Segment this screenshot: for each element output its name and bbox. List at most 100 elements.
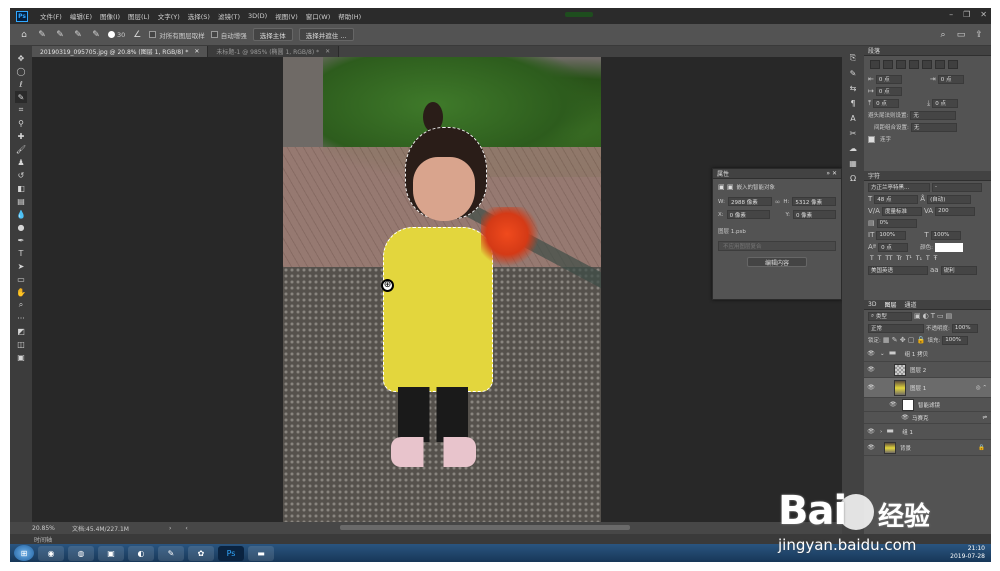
blend-mode-select[interactable]: 正常 [868, 323, 924, 333]
hand-icon[interactable]: ✋ [15, 286, 27, 298]
justify-center-icon[interactable] [922, 60, 932, 69]
hyphenate-row[interactable]: 连字 [864, 133, 991, 145]
visibility-eye-icon[interactable]: 👁 [866, 428, 876, 435]
tab-document-2[interactable]: 未标题-1 @ 985% (椭圆 1, RGB/8) * ✕ [208, 46, 340, 57]
search-icon[interactable]: ⌕ [937, 29, 949, 41]
visibility-eye-icon[interactable]: 👁 [888, 401, 898, 408]
more-tools-icon[interactable]: ··· [15, 312, 27, 324]
layer-filter-select[interactable]: ⌕ 类型 [868, 311, 912, 321]
eraser-icon[interactable]: ◧ [15, 182, 27, 194]
menu-3d[interactable]: 3D(D) [244, 12, 271, 20]
menu-edit[interactable]: 编辑(E) [66, 11, 96, 21]
type-icon[interactable]: T [15, 247, 27, 259]
tray-time[interactable]: 21:10 [968, 545, 985, 553]
hscale-field[interactable]: 100% [930, 230, 961, 240]
vscale-field[interactable]: 100% [876, 230, 907, 240]
brush-settings-icon[interactable]: ✎ [847, 67, 859, 79]
menu-help[interactable]: 帮助(H) [334, 11, 365, 21]
width-field[interactable]: 2988 像素 [727, 197, 772, 206]
indent-right-field[interactable]: 0 点 [937, 74, 964, 84]
menu-select[interactable]: 选择(S) [184, 11, 214, 21]
history-brush-icon[interactable]: ↺ [15, 169, 27, 181]
paragraph-styles-icon[interactable]: ¶ [847, 97, 859, 109]
taskbar-photoshop-icon[interactable]: Ps [218, 545, 244, 561]
shape-icon[interactable]: ▭ [15, 273, 27, 285]
character-styles-icon[interactable]: A [847, 112, 859, 124]
space-after-field[interactable]: 0 点 [932, 98, 959, 108]
spacing-select[interactable]: 无 [910, 122, 957, 132]
minimize-icon[interactable]: – [949, 10, 953, 19]
height-field[interactable]: 5312 像素 [792, 197, 836, 206]
tools-icon[interactable]: ✂ [847, 127, 859, 139]
taskbar-chrome-icon[interactable]: ◍ [68, 545, 94, 561]
x-field[interactable]: 0 像素 [726, 210, 770, 219]
visibility-eye-icon[interactable]: 👁 [866, 444, 876, 451]
layer-row-background[interactable]: 👁 背景 🔒 [864, 440, 991, 456]
color-swatches-icon[interactable]: ◩ [15, 325, 27, 337]
font-size-field[interactable]: 48 点 [874, 194, 919, 204]
align-center-icon[interactable] [883, 60, 893, 69]
visibility-eye-icon[interactable]: 👁 [900, 414, 910, 421]
all-caps-button[interactable]: TT [885, 255, 892, 262]
subscript-button[interactable]: T₁ [916, 255, 922, 262]
zoom-icon[interactable]: ⌕ [15, 299, 27, 311]
quick-mask-icon[interactable]: ◫ [15, 338, 27, 350]
kerning-field[interactable]: 度量标准 [881, 206, 922, 216]
scroll-left-icon[interactable]: ‹ [185, 525, 187, 532]
small-caps-button[interactable]: Tr [897, 255, 902, 262]
font-family-select[interactable]: 方正兰亭特黑... [868, 182, 930, 192]
close-icon[interactable]: ✕ [325, 48, 330, 55]
brush-size-picker[interactable]: 30 [108, 31, 125, 39]
gradient-icon[interactable]: ▤ [15, 195, 27, 207]
share-icon[interactable]: ⇪ [973, 29, 985, 41]
taskbar-firefox-icon[interactable]: ◐ [128, 545, 154, 561]
justify-left-icon[interactable] [909, 60, 919, 69]
zoom-level[interactable]: 20.85% [10, 525, 55, 532]
baseline-field[interactable]: 0 点 [878, 242, 909, 252]
tsume-field[interactable]: 0% [876, 218, 917, 228]
hyphenate-checkbox[interactable] [868, 135, 875, 143]
tab-3d[interactable]: 3D [868, 301, 876, 308]
quick-select-tool-icon[interactable]: ✎ [36, 29, 48, 41]
layer-row-group-copy[interactable]: 👁 ⌄ ▬ 组 1 拷贝 [864, 346, 991, 362]
workspace-icon[interactable]: ▭ [955, 29, 967, 41]
text-color-swatch[interactable] [934, 242, 963, 252]
align-left-icon[interactable] [870, 60, 880, 69]
stamp-icon[interactable]: ♟ [15, 156, 27, 168]
layer-row-group1[interactable]: 👁 › ▬ 组 1 [864, 424, 991, 440]
document-canvas[interactable]: ⊕ [283, 57, 601, 522]
menu-layer[interactable]: 图层(L) [124, 11, 154, 21]
status-arrow-icon[interactable]: › [169, 525, 171, 532]
sample-all-layers-checkbox[interactable]: 对所有图层取样 [149, 30, 205, 40]
link-icon[interactable]: ∞ [775, 198, 781, 206]
start-button[interactable]: ⊞ [14, 545, 34, 561]
close-icon[interactable]: ✕ [194, 48, 199, 55]
filter-options-icon[interactable]: ⇌ [982, 415, 987, 421]
font-style-select[interactable]: - [932, 182, 982, 192]
subtract-selection-icon[interactable]: ✎ [90, 29, 102, 41]
leading-field[interactable]: (自动) [927, 194, 972, 204]
healing-brush-icon[interactable]: ✚ [15, 130, 27, 142]
libraries-icon[interactable]: ☁ [847, 142, 859, 154]
visibility-eye-icon[interactable]: 👁 [866, 366, 876, 373]
layer-row-layer2[interactable]: 👁 图层 2 [864, 362, 991, 378]
filter-pixel-icon[interactable]: ▣ [914, 312, 921, 320]
visibility-eye-icon[interactable]: 👁 [866, 350, 876, 357]
filter-shape-icon[interactable]: ▭ [937, 312, 944, 320]
expand-chevron-icon[interactable]: › [880, 429, 882, 435]
layer-row-smart-filters[interactable]: 👁 智能滤镜 [864, 398, 991, 412]
brush-angle-icon[interactable]: ∠ [131, 29, 143, 41]
faux-italic-button[interactable]: T [878, 255, 882, 262]
add-selection-icon[interactable]: ✎ [72, 29, 84, 41]
pen-icon[interactable]: ✒ [15, 234, 27, 246]
y-field[interactable]: 0 像素 [792, 210, 836, 219]
select-and-mask-button[interactable]: 选择并遮住 ... [298, 28, 354, 41]
faux-bold-button[interactable]: T [870, 255, 874, 262]
antialias-select[interactable]: 锐利 [940, 265, 977, 275]
glyphs-icon[interactable]: Ω [847, 172, 859, 184]
superscript-button[interactable]: T¹ [906, 255, 912, 262]
expand-chevron-icon[interactable]: ⌄ [880, 351, 885, 357]
menu-window[interactable]: 窗口(W) [302, 11, 335, 21]
auto-enhance-checkbox[interactable]: 自动增强 [210, 30, 247, 40]
filter-type-icon[interactable]: T [931, 312, 935, 320]
